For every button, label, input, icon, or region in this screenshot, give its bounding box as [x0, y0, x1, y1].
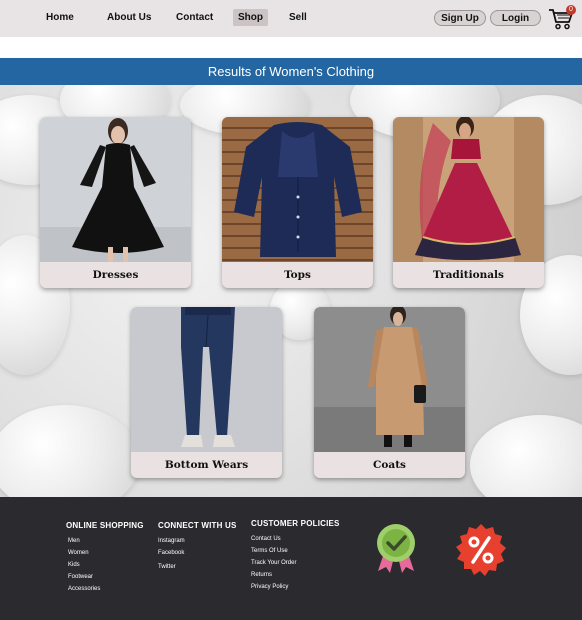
navy-top-photo — [222, 117, 373, 262]
footer-link-accessories[interactable]: Accessories — [68, 586, 144, 592]
login-button[interactable]: Login — [490, 10, 541, 26]
nav-contact[interactable]: Contact — [176, 12, 213, 23]
category-label: Tops — [284, 269, 311, 281]
trench-coat-photo — [314, 307, 465, 452]
footer-link-track-order[interactable]: Track Your Order — [251, 560, 340, 566]
signup-button[interactable]: Sign Up — [434, 10, 486, 26]
nav-about-us[interactable]: About Us — [107, 12, 151, 23]
footer-link-women[interactable]: Women — [68, 550, 144, 556]
footer-link-kids[interactable]: Kids — [68, 562, 144, 568]
quality-check-badge-icon — [374, 523, 418, 575]
category-card-bottom-wears[interactable]: Bottom Wears — [131, 307, 282, 478]
category-card-dresses[interactable]: Dresses — [40, 117, 191, 288]
cart-icon[interactable]: 0 — [548, 5, 576, 31]
lehenga-photo — [393, 117, 544, 262]
footer-online-shopping: ONLINE SHOPPING Men Women Kids Footwear … — [66, 521, 144, 598]
category-card-tops[interactable]: Tops — [222, 117, 373, 288]
discount-percent-badge-icon — [454, 523, 508, 577]
category-label: Bottom Wears — [164, 459, 249, 471]
category-card-traditionals[interactable]: Traditionals — [393, 117, 544, 288]
jeans-photo — [131, 307, 282, 452]
nav-shop[interactable]: Shop — [233, 9, 268, 26]
footer-connect: CONNECT WITH US Instagram Facebook Twitt… — [158, 521, 237, 576]
footer-heading: CONNECT WITH US — [158, 521, 237, 530]
category-label: Coats — [373, 459, 406, 471]
footer-link-twitter[interactable]: Twitter — [158, 564, 237, 570]
footer-link-terms[interactable]: Terms Of Use — [251, 548, 340, 554]
site-footer: ONLINE SHOPPING Men Women Kids Footwear … — [0, 497, 582, 620]
nav-home[interactable]: Home — [46, 12, 74, 23]
nav-sell[interactable]: Sell — [289, 12, 307, 23]
footer-link-instagram[interactable]: Instagram — [158, 538, 237, 544]
results-title: Results of Women's Clothing — [0, 58, 582, 85]
cart-count-badge: 0 — [566, 5, 576, 15]
footer-heading: ONLINE SHOPPING — [66, 521, 144, 530]
footer-link-privacy[interactable]: Privacy Policy — [251, 584, 340, 590]
category-label: Dresses — [92, 269, 139, 281]
footer-link-facebook[interactable]: Facebook — [158, 550, 237, 556]
footer-heading: CUSTOMER POLICIES — [251, 519, 340, 528]
footer-link-returns[interactable]: Returns — [251, 572, 340, 578]
footer-policies: CUSTOMER POLICIES Contact Us Terms Of Us… — [251, 519, 340, 596]
footer-link-contact-us[interactable]: Contact Us — [251, 536, 340, 542]
footer-link-footwear[interactable]: Footwear — [68, 574, 144, 580]
black-dress-photo — [40, 117, 191, 262]
footer-link-men[interactable]: Men — [68, 538, 144, 544]
top-nav: Home About Us Contact Shop Sell Sign Up … — [0, 0, 582, 37]
category-label: Traditionals — [433, 269, 504, 281]
category-card-coats[interactable]: Coats — [314, 307, 465, 478]
